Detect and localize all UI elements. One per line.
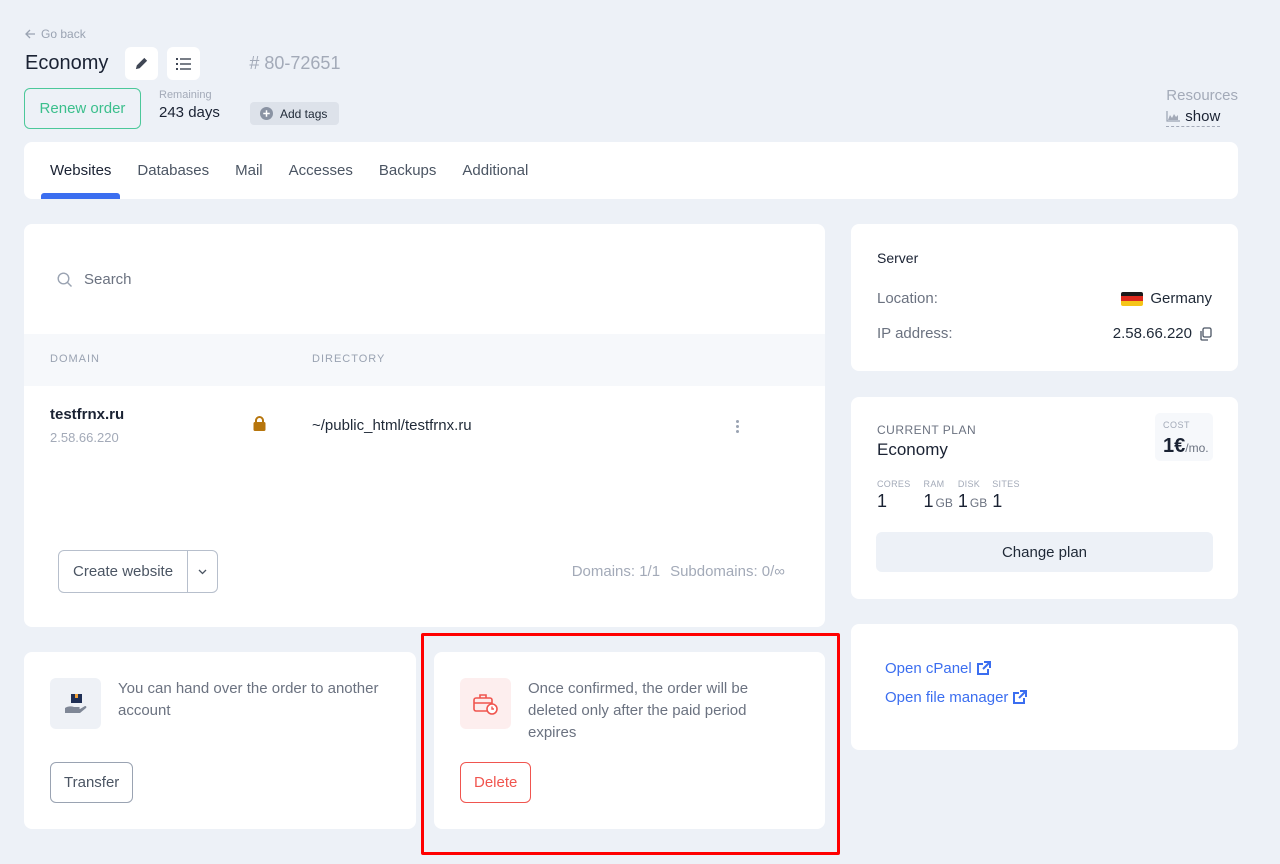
directory-path: ~/public_html/testfrnx.ru: [312, 417, 472, 434]
spec-label: CORES: [877, 479, 911, 489]
tab-databases[interactable]: Databases: [128, 142, 218, 199]
location-value: Germany: [1150, 290, 1212, 307]
plan-specs: CORES 1 RAM 1 GB DISK 1 GB SITES 1: [877, 479, 1020, 512]
edit-button[interactable]: [125, 47, 159, 80]
ip-row: IP address: 2.58.66.220: [877, 325, 1212, 342]
chevron-down-icon: [198, 569, 207, 574]
spec-value: 1: [992, 491, 1003, 511]
delete-button[interactable]: Delete: [460, 762, 532, 803]
spec-cores: CORES 1: [877, 479, 911, 512]
briefcase-clock-icon: [472, 693, 498, 715]
ip-label: IP address:: [877, 325, 953, 342]
delete-card: Once confirmed, the order will be delete…: [434, 652, 825, 829]
plus-circle-icon: [260, 107, 273, 120]
cost-unit: /mo.: [1185, 441, 1209, 455]
domain-name[interactable]: testfrnx.ru: [50, 406, 124, 423]
server-card: Server Location: Germany IP address: 2.5…: [851, 224, 1238, 371]
spec-value: 1: [877, 491, 888, 511]
add-tags-label: Add tags: [280, 106, 328, 121]
hand-box-icon: [64, 693, 86, 713]
external-link-icon: [976, 661, 991, 675]
renew-order-button[interactable]: Renew order: [24, 88, 141, 129]
transfer-card: You can hand over the order to another a…: [24, 652, 416, 829]
open-file-manager-link[interactable]: Open file manager: [885, 689, 1028, 706]
resources-show-link[interactable]: show: [1166, 108, 1221, 127]
row-menu-icon[interactable]: [731, 416, 743, 436]
open-cpanel-link[interactable]: Open cPanel: [885, 660, 991, 677]
title-row: Economy # 80-72651: [25, 47, 340, 80]
order-id: # 80-72651: [249, 53, 341, 73]
cost-value: 1€: [1163, 435, 1186, 457]
transfer-icon-box: [50, 678, 101, 729]
current-plan-label: CURRENT PLAN: [877, 423, 977, 437]
open-cpanel-label: Open cPanel: [885, 660, 972, 677]
plan-card: CURRENT PLAN Economy COST 1€/mo. CORES 1 …: [851, 397, 1238, 599]
spec-value: 1: [923, 491, 934, 511]
list-button[interactable]: [167, 47, 201, 80]
server-title: Server: [877, 250, 919, 266]
delete-description: Once confirmed, the order will be delete…: [528, 680, 749, 741]
create-website-button[interactable]: Create website: [59, 551, 189, 592]
spec-label: SITES: [992, 479, 1020, 489]
create-website-dropdown[interactable]: [188, 551, 217, 592]
location-row: Location: Germany: [877, 290, 1212, 307]
domain-counts: Domains: 1/1 Subdomains: 0/∞: [572, 563, 785, 580]
pencil-icon: [136, 57, 148, 70]
plan-name: Economy: [877, 440, 948, 459]
create-website-group: Create website: [58, 550, 219, 593]
ip-value: 2.58.66.220: [1112, 325, 1192, 342]
column-domain: DOMAIN: [50, 353, 100, 365]
remaining-block: Remaining 243 days: [159, 89, 220, 121]
location-label: Location:: [877, 290, 938, 307]
domains-count: Domains: 1/1: [571, 563, 661, 580]
search-input[interactable]: Search: [57, 271, 132, 288]
column-directory: DIRECTORY: [312, 353, 386, 365]
transfer-description: You can hand over the order to another a…: [118, 680, 379, 719]
spec-ram: RAM 1 GB: [924, 479, 953, 512]
resources-block: Resources show: [1166, 87, 1238, 127]
open-file-manager-label: Open file manager: [885, 689, 1009, 706]
table-row[interactable]: testfrnx.ru 2.58.66.220 ~/public_html/te…: [24, 386, 825, 466]
area-chart-icon: [1166, 111, 1181, 122]
external-link-icon: [1013, 690, 1028, 704]
lock-icon: [253, 416, 266, 431]
remaining-value: 243 days: [159, 104, 220, 121]
add-tags-button[interactable]: Add tags: [250, 102, 340, 125]
spec-disk: DISK 1 GB: [958, 479, 987, 512]
arrow-left-icon: [25, 29, 35, 39]
copy-icon[interactable]: [1199, 326, 1212, 341]
page-title: Economy: [25, 52, 109, 74]
tab-accesses[interactable]: Accesses: [280, 142, 362, 199]
spec-label: DISK: [957, 479, 981, 489]
tab-bar: Websites Databases Mail Accesses Backups…: [24, 142, 1238, 199]
change-plan-button[interactable]: Change plan: [876, 532, 1213, 572]
tab-websites[interactable]: Websites: [41, 142, 121, 199]
go-back-link[interactable]: Go back: [25, 27, 86, 41]
list-icon: [176, 57, 192, 70]
links-card: Open cPanel Open file manager: [851, 624, 1238, 750]
subdomains-count: Subdomains: 0/∞: [670, 563, 785, 580]
cost-box: COST 1€/mo.: [1155, 413, 1213, 461]
cost-label: COST: [1163, 420, 1191, 430]
remaining-label: Remaining: [159, 89, 212, 101]
tab-additional[interactable]: Additional: [453, 142, 537, 199]
resources-show-label: show: [1185, 108, 1221, 125]
germany-flag-icon: [1121, 291, 1144, 306]
tab-mail[interactable]: Mail: [226, 142, 272, 199]
resources-label: Resources: [1166, 87, 1238, 104]
search-placeholder: Search: [84, 271, 132, 288]
spec-label: RAM: [923, 479, 945, 489]
go-back-label: Go back: [41, 27, 86, 41]
tab-backups[interactable]: Backups: [370, 142, 446, 199]
delete-icon-box: [460, 678, 511, 729]
spec-sites: SITES 1: [992, 479, 1020, 512]
spec-value: 1: [957, 491, 968, 511]
table-header: DOMAIN DIRECTORY: [24, 334, 825, 386]
spec-unit: GB: [935, 496, 953, 510]
transfer-button[interactable]: Transfer: [50, 762, 134, 803]
domain-ip: 2.58.66.220: [50, 430, 119, 445]
websites-card: Search DOMAIN DIRECTORY testfrnx.ru 2.58…: [24, 224, 825, 627]
search-icon: [57, 271, 72, 287]
spec-unit: GB: [969, 496, 988, 510]
